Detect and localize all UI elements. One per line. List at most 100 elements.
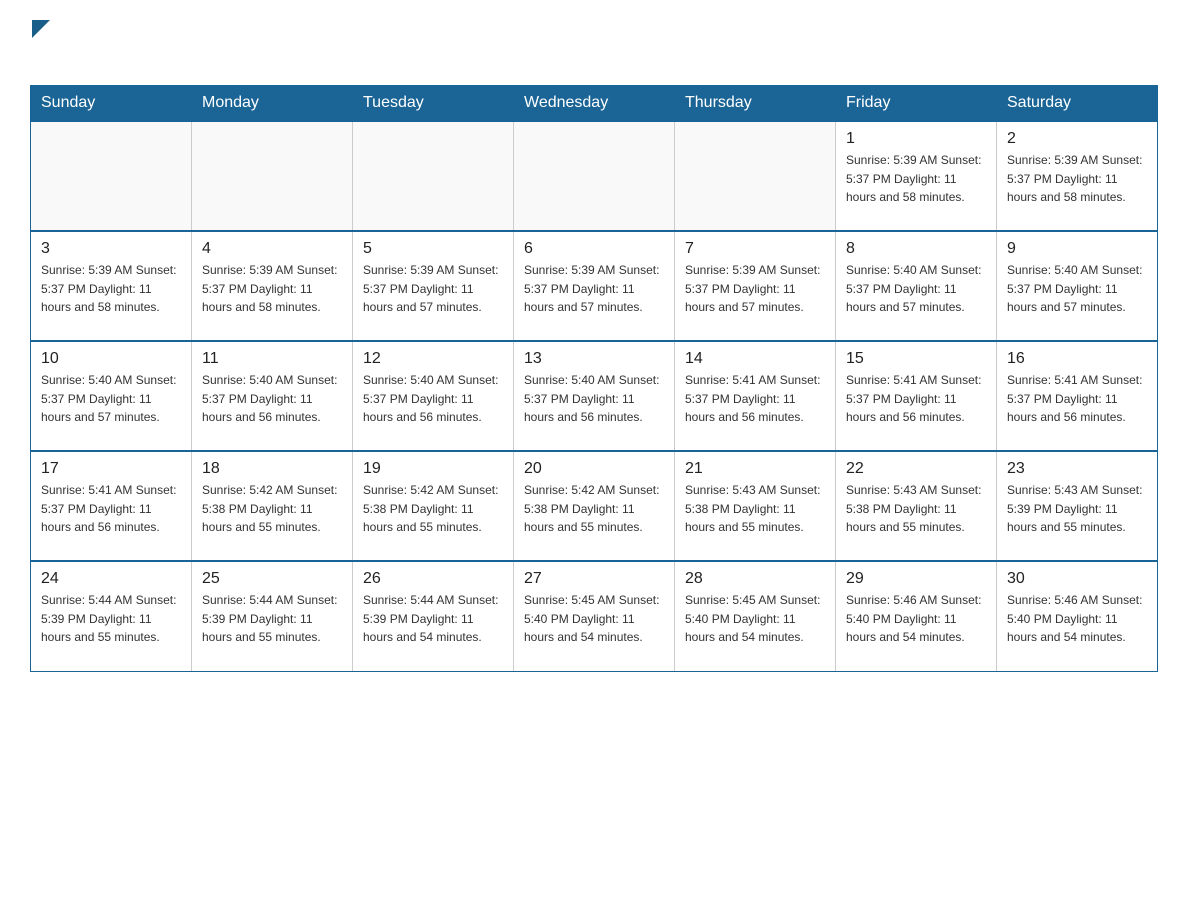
- day-number: 27: [524, 570, 664, 588]
- calendar-cell: [192, 121, 353, 231]
- day-number: 1: [846, 130, 986, 148]
- day-info: Sunrise: 5:46 AM Sunset: 5:40 PM Dayligh…: [1007, 591, 1147, 647]
- day-number: 13: [524, 350, 664, 368]
- day-info: Sunrise: 5:40 AM Sunset: 5:37 PM Dayligh…: [846, 261, 986, 317]
- day-number: 17: [41, 460, 181, 478]
- calendar-cell: 22 Sunrise: 5:43 AM Sunset: 5:38 PM Dayli…: [836, 451, 997, 561]
- calendar-table: SundayMondayTuesdayWednesdayThursdayFrid…: [30, 85, 1158, 672]
- calendar-cell: 28 Sunrise: 5:45 AM Sunset: 5:40 PM Dayli…: [675, 561, 836, 671]
- day-number: 28: [685, 570, 825, 588]
- day-number: 20: [524, 460, 664, 478]
- calendar-cell: 15 Sunrise: 5:41 AM Sunset: 5:37 PM Dayli…: [836, 341, 997, 451]
- day-info: Sunrise: 5:41 AM Sunset: 5:37 PM Dayligh…: [1007, 371, 1147, 427]
- calendar-cell: [514, 121, 675, 231]
- calendar-cell: 7Sunrise: 5:39 AM Sunset: 5:37 PM Daylig…: [675, 231, 836, 341]
- calendar-week-row: 3 Sunrise: 5:39 AM Sunset: 5:37 PM Daylig…: [31, 231, 1158, 341]
- calendar-cell: 25Sunrise: 5:44 AM Sunset: 5:39 PM Dayli…: [192, 561, 353, 671]
- calendar-week-row: 24 Sunrise: 5:44 AM Sunset: 5:39 PM Dayli…: [31, 561, 1158, 671]
- day-number: 19: [363, 460, 503, 478]
- calendar-cell: 24 Sunrise: 5:44 AM Sunset: 5:39 PM Dayli…: [31, 561, 192, 671]
- day-number: 23: [1007, 460, 1147, 478]
- day-number: 30: [1007, 570, 1147, 588]
- day-number: 10: [41, 350, 181, 368]
- day-info: Sunrise: 5:40 AM Sunset: 5:37 PM Dayligh…: [202, 371, 342, 427]
- day-number: 9: [1007, 240, 1147, 258]
- calendar-cell: 4 Sunrise: 5:39 AM Sunset: 5:37 PM Daylig…: [192, 231, 353, 341]
- day-number: 22: [846, 460, 986, 478]
- day-info: Sunrise: 5:41 AM Sunset: 5:37 PM Dayligh…: [41, 481, 181, 537]
- day-info: Sunrise: 5:39 AM Sunset: 5:37 PM Dayligh…: [202, 261, 342, 317]
- weekday-header-saturday: Saturday: [997, 86, 1158, 122]
- weekday-header-sunday: Sunday: [31, 86, 192, 122]
- day-info: Sunrise: 5:44 AM Sunset: 5:39 PM Dayligh…: [41, 591, 181, 647]
- calendar-cell: 30 Sunrise: 5:46 AM Sunset: 5:40 PM Dayli…: [997, 561, 1158, 671]
- day-number: 18: [202, 460, 342, 478]
- calendar-cell: 5 Sunrise: 5:39 AM Sunset: 5:37 PM Daylig…: [353, 231, 514, 341]
- weekday-header-monday: Monday: [192, 86, 353, 122]
- day-info: Sunrise: 5:43 AM Sunset: 5:39 PM Dayligh…: [1007, 481, 1147, 537]
- calendar-cell: 29 Sunrise: 5:46 AM Sunset: 5:40 PM Dayli…: [836, 561, 997, 671]
- calendar-cell: [31, 121, 192, 231]
- day-info: Sunrise: 5:44 AM Sunset: 5:39 PM Dayligh…: [202, 591, 342, 647]
- calendar-cell: 26Sunrise: 5:44 AM Sunset: 5:39 PM Dayli…: [353, 561, 514, 671]
- calendar-cell: 8 Sunrise: 5:40 AM Sunset: 5:37 PM Daylig…: [836, 231, 997, 341]
- day-info: Sunrise: 5:42 AM Sunset: 5:38 PM Dayligh…: [524, 481, 664, 537]
- calendar-cell: 16 Sunrise: 5:41 AM Sunset: 5:37 PM Dayli…: [997, 341, 1158, 451]
- day-info: Sunrise: 5:40 AM Sunset: 5:37 PM Dayligh…: [41, 371, 181, 427]
- weekday-header-thursday: Thursday: [675, 86, 836, 122]
- page-header: [30, 20, 1158, 75]
- day-info: Sunrise: 5:41 AM Sunset: 5:37 PM Dayligh…: [685, 371, 825, 427]
- calendar-week-row: 17 Sunrise: 5:41 AM Sunset: 5:37 PM Dayli…: [31, 451, 1158, 561]
- day-info: Sunrise: 5:43 AM Sunset: 5:38 PM Dayligh…: [846, 481, 986, 537]
- day-info: Sunrise: 5:42 AM Sunset: 5:38 PM Dayligh…: [202, 481, 342, 537]
- calendar-cell: 21Sunrise: 5:43 AM Sunset: 5:38 PM Dayli…: [675, 451, 836, 561]
- calendar-cell: 20 Sunrise: 5:42 AM Sunset: 5:38 PM Dayli…: [514, 451, 675, 561]
- day-number: 24: [41, 570, 181, 588]
- day-number: 12: [363, 350, 503, 368]
- calendar-cell: 3 Sunrise: 5:39 AM Sunset: 5:37 PM Daylig…: [31, 231, 192, 341]
- day-info: Sunrise: 5:39 AM Sunset: 5:37 PM Dayligh…: [524, 261, 664, 317]
- calendar-cell: 12 Sunrise: 5:40 AM Sunset: 5:37 PM Dayli…: [353, 341, 514, 451]
- day-number: 4: [202, 240, 342, 258]
- day-info: Sunrise: 5:43 AM Sunset: 5:38 PM Dayligh…: [685, 481, 825, 537]
- calendar-cell: 1 Sunrise: 5:39 AM Sunset: 5:37 PM Daylig…: [836, 121, 997, 231]
- calendar-cell: [675, 121, 836, 231]
- calendar-cell: 14 Sunrise: 5:41 AM Sunset: 5:37 PM Dayli…: [675, 341, 836, 451]
- day-number: 6: [524, 240, 664, 258]
- day-number: 14: [685, 350, 825, 368]
- day-number: 29: [846, 570, 986, 588]
- day-info: Sunrise: 5:44 AM Sunset: 5:39 PM Dayligh…: [363, 591, 503, 647]
- day-number: 16: [1007, 350, 1147, 368]
- weekday-header-tuesday: Tuesday: [353, 86, 514, 122]
- calendar-week-row: 1 Sunrise: 5:39 AM Sunset: 5:37 PM Daylig…: [31, 121, 1158, 231]
- weekday-header-row: SundayMondayTuesdayWednesdayThursdayFrid…: [31, 86, 1158, 122]
- day-number: 8: [846, 240, 986, 258]
- calendar-cell: 19 Sunrise: 5:42 AM Sunset: 5:38 PM Dayli…: [353, 451, 514, 561]
- calendar-cell: 27Sunrise: 5:45 AM Sunset: 5:40 PM Dayli…: [514, 561, 675, 671]
- day-number: 11: [202, 350, 342, 368]
- day-number: 7: [685, 240, 825, 258]
- calendar-cell: 11 Sunrise: 5:40 AM Sunset: 5:37 PM Dayli…: [192, 341, 353, 451]
- day-info: Sunrise: 5:41 AM Sunset: 5:37 PM Dayligh…: [846, 371, 986, 427]
- calendar-cell: 9 Sunrise: 5:40 AM Sunset: 5:37 PM Daylig…: [997, 231, 1158, 341]
- logo-arrow-icon: [32, 20, 50, 43]
- day-number: 5: [363, 240, 503, 258]
- day-number: 15: [846, 350, 986, 368]
- logo: [30, 20, 50, 75]
- weekday-header-wednesday: Wednesday: [514, 86, 675, 122]
- calendar-cell: [353, 121, 514, 231]
- calendar-cell: 13Sunrise: 5:40 AM Sunset: 5:37 PM Dayli…: [514, 341, 675, 451]
- calendar-cell: 6 Sunrise: 5:39 AM Sunset: 5:37 PM Daylig…: [514, 231, 675, 341]
- day-info: Sunrise: 5:39 AM Sunset: 5:37 PM Dayligh…: [41, 261, 181, 317]
- day-info: Sunrise: 5:40 AM Sunset: 5:37 PM Dayligh…: [363, 371, 503, 427]
- calendar-cell: 2Sunrise: 5:39 AM Sunset: 5:37 PM Daylig…: [997, 121, 1158, 231]
- calendar-cell: 10 Sunrise: 5:40 AM Sunset: 5:37 PM Dayli…: [31, 341, 192, 451]
- day-info: Sunrise: 5:40 AM Sunset: 5:37 PM Dayligh…: [1007, 261, 1147, 317]
- day-info: Sunrise: 5:39 AM Sunset: 5:37 PM Dayligh…: [363, 261, 503, 317]
- day-number: 3: [41, 240, 181, 258]
- day-info: Sunrise: 5:46 AM Sunset: 5:40 PM Dayligh…: [846, 591, 986, 647]
- day-number: 2: [1007, 130, 1147, 148]
- day-info: Sunrise: 5:45 AM Sunset: 5:40 PM Dayligh…: [685, 591, 825, 647]
- day-info: Sunrise: 5:39 AM Sunset: 5:37 PM Dayligh…: [846, 151, 986, 207]
- day-info: Sunrise: 5:42 AM Sunset: 5:38 PM Dayligh…: [363, 481, 503, 537]
